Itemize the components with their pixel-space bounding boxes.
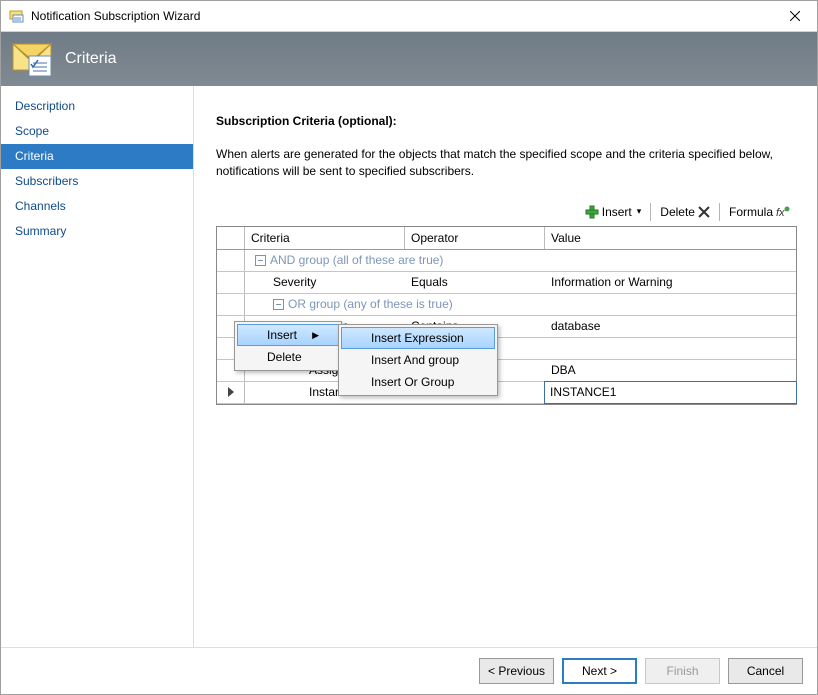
value-cell: database [545, 316, 796, 337]
finish-button: Finish [645, 658, 720, 684]
formula-label: Formula [729, 205, 773, 219]
value-cell: Information or Warning [545, 272, 796, 293]
sidebar-item-summary[interactable]: Summary [1, 219, 193, 244]
section-desc: When alerts are generated for the object… [216, 146, 797, 180]
close-button[interactable] [781, 6, 809, 26]
main: Subscription Criteria (optional): When a… [194, 86, 817, 647]
banner: Criteria [1, 32, 817, 86]
sidebar-item-description[interactable]: Description [1, 94, 193, 119]
col-value[interactable]: Value [545, 227, 796, 249]
body: Description Scope Criteria Subscribers C… [1, 86, 817, 647]
insert-label: Insert [602, 205, 632, 219]
delete-icon [698, 206, 710, 218]
rule-row-current[interactable]: Instance name Contains INSTANCE1 [217, 382, 796, 404]
row-marker [217, 250, 245, 271]
footer: < Previous Next > Finish Cancel [1, 647, 817, 694]
formula-button[interactable]: Formula fx [722, 200, 797, 224]
formula-icon: fx [776, 205, 790, 219]
row-marker [217, 294, 245, 315]
collapse-icon[interactable] [273, 299, 284, 310]
ctx-insert-expression[interactable]: Insert Expression [341, 327, 495, 349]
window: Notification Subscription Wizard Criteri… [0, 0, 818, 695]
app-icon [9, 8, 25, 24]
section-title: Subscription Criteria (optional): [216, 114, 797, 128]
separator [650, 203, 651, 221]
banner-icon [11, 40, 55, 78]
svg-text:fx: fx [776, 207, 785, 219]
ctx-delete-label: Delete [245, 350, 319, 364]
collapse-icon[interactable] [255, 255, 266, 266]
grid-header: Criteria Operator Value [217, 227, 796, 250]
ctx-insert-and-group[interactable]: Insert And group [341, 349, 495, 371]
criteria-cell: Severity [245, 272, 405, 293]
delete-label: Delete [660, 205, 695, 219]
plus-icon [585, 205, 599, 219]
ctx-insert-label: Insert [245, 328, 312, 342]
delete-button[interactable]: Delete [653, 200, 717, 224]
ctx-delete[interactable]: Delete [237, 346, 339, 368]
group-label: AND group (all of these are true) [245, 250, 796, 271]
rule-row[interactable]: Severity Equals Information or Warning [217, 272, 796, 294]
previous-button[interactable]: < Previous [479, 658, 554, 684]
group-row[interactable]: OR group (any of these is true) [217, 294, 796, 316]
context-submenu: Insert Expression Insert And group Inser… [338, 324, 498, 396]
col-operator[interactable]: Operator [405, 227, 545, 249]
sidebar: Description Scope Criteria Subscribers C… [1, 86, 194, 647]
ctx-insert[interactable]: Insert ▶ Insert Expression Insert And gr… [237, 324, 339, 346]
insert-button[interactable]: Insert ▾ [578, 200, 649, 224]
current-row-icon [228, 387, 234, 397]
sidebar-item-channels[interactable]: Channels [1, 194, 193, 219]
window-title: Notification Subscription Wizard [31, 9, 781, 23]
sidebar-item-criteria[interactable]: Criteria [1, 144, 193, 169]
value-cell: DBA [545, 360, 796, 381]
group-label: OR group (any of these is true) [245, 294, 796, 315]
col-marker [217, 227, 245, 249]
col-criteria[interactable]: Criteria [245, 227, 405, 249]
sidebar-item-scope[interactable]: Scope [1, 119, 193, 144]
context-menu: Insert ▶ Insert Expression Insert And gr… [234, 321, 342, 371]
titlebar: Notification Subscription Wizard [1, 1, 817, 32]
cancel-button[interactable]: Cancel [728, 658, 803, 684]
row-marker [217, 382, 245, 403]
ctx-insert-or-group[interactable]: Insert Or Group [341, 371, 495, 393]
operator-cell: Equals [405, 272, 545, 293]
group-row[interactable]: AND group (all of these are true) [217, 250, 796, 272]
banner-title: Criteria [65, 50, 117, 68]
sidebar-item-subscribers[interactable]: Subscribers [1, 169, 193, 194]
toolbar: Insert ▾ Delete Formula fx [216, 200, 797, 224]
separator [719, 203, 720, 221]
criteria-grid: Criteria Operator Value AND group (all o… [216, 226, 797, 405]
dropdown-arrow-icon: ▾ [637, 206, 642, 217]
close-icon [790, 11, 800, 21]
row-marker [217, 272, 245, 293]
next-button[interactable]: Next > [562, 658, 637, 684]
submenu-arrow-icon: ▶ [312, 330, 319, 341]
value-cell-editing[interactable]: INSTANCE1 [544, 381, 797, 404]
